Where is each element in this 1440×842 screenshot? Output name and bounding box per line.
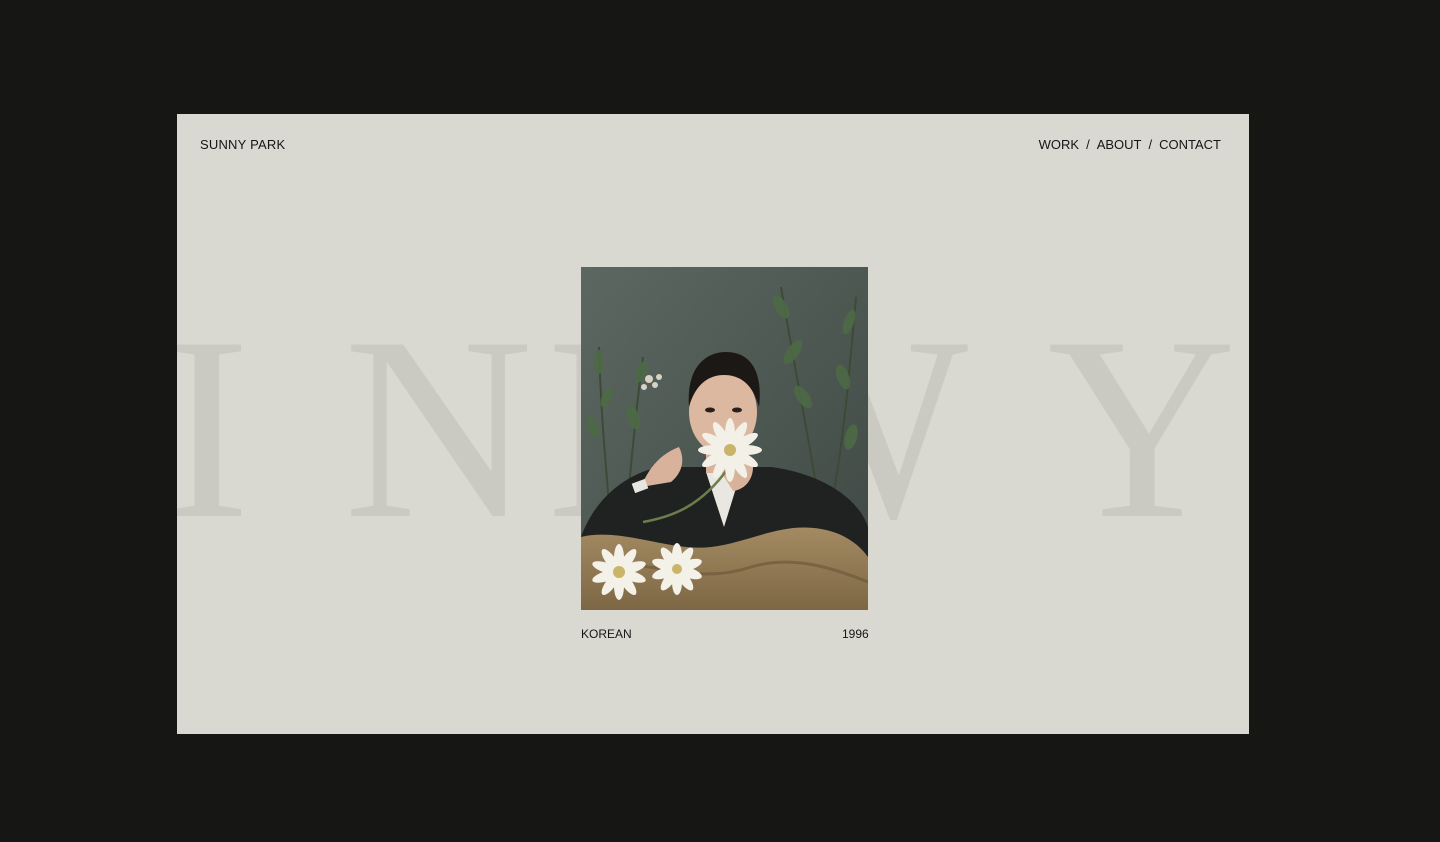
- main-nav: WORK / ABOUT / CONTACT: [1039, 137, 1221, 152]
- nav-separator: /: [1148, 137, 1153, 152]
- website-card: SUNNY PARK WORK / ABOUT / CONTACT I NEW …: [177, 114, 1249, 734]
- nav-link-work[interactable]: WORK: [1039, 137, 1079, 152]
- portrait-photo[interactable]: [581, 267, 868, 610]
- nav-link-about[interactable]: ABOUT: [1097, 137, 1142, 152]
- photo-caption-origin: KOREAN: [581, 627, 632, 641]
- photo-caption-year: 1996: [842, 627, 869, 641]
- nav-separator: /: [1086, 137, 1090, 152]
- brand-logo-text[interactable]: SUNNY PARK: [200, 137, 285, 152]
- nav-link-contact[interactable]: CONTACT: [1159, 137, 1221, 152]
- page-backdrop: SUNNY PARK WORK / ABOUT / CONTACT I NEW …: [0, 0, 1440, 842]
- portrait-illustration: [581, 267, 868, 610]
